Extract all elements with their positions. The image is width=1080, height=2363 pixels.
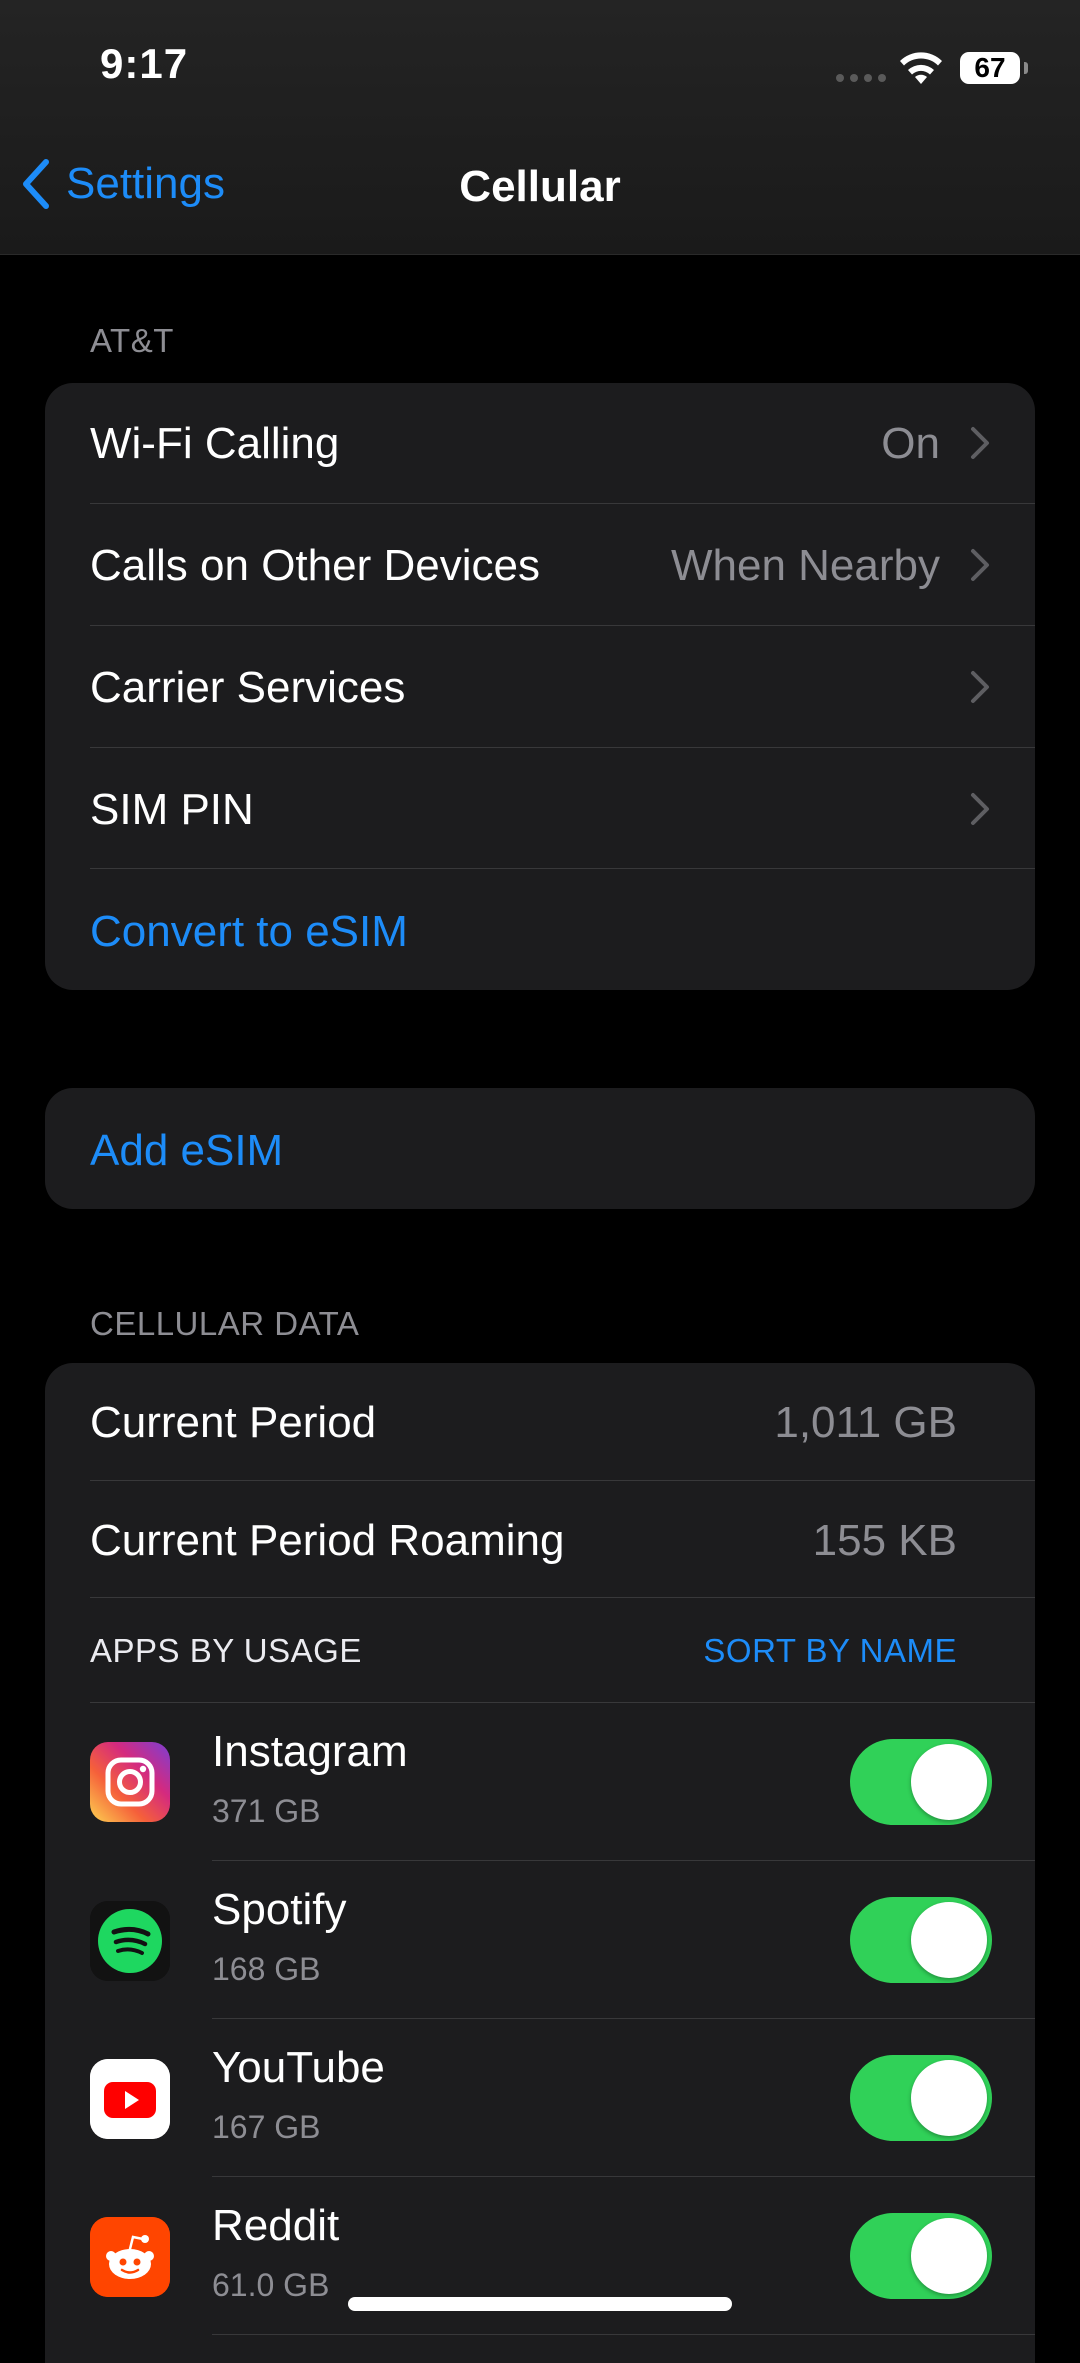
reddit-cellular-toggle[interactable] (850, 2213, 992, 2299)
reddit-icon (90, 2217, 170, 2297)
toggle-knob (911, 2218, 987, 2294)
apps-by-usage-label: APPS BY USAGE (90, 1632, 362, 1669)
app-data-usage: 371 GB (212, 1793, 321, 1829)
chevron-right-icon (971, 793, 989, 825)
current-period-roaming-label: Current Period Roaming (90, 1516, 565, 1565)
app-data-usage: 168 GB (212, 1951, 321, 1987)
app-name: Reddit (212, 2201, 340, 2250)
home-indicator[interactable] (348, 2297, 732, 2311)
chevron-right-icon (971, 549, 989, 581)
current-period-value: 1,011 GB (774, 1398, 957, 1447)
youtube-icon (90, 2059, 170, 2139)
back-button-label: Settings (66, 159, 225, 208)
status-time: 9:17 (100, 40, 189, 87)
sort-by-name-button[interactable]: SORT BY NAME (703, 1632, 957, 1670)
convert-to-esim-row[interactable]: Convert to eSIM (45, 869, 1035, 990)
current-period-roaming-value: 155 KB (812, 1516, 957, 1565)
calls-on-other-devices-row[interactable]: Calls on Other Devices When Nearby (45, 504, 1035, 626)
carrier-group: Wi-Fi Calling On Calls on Other Devices … (45, 383, 1035, 990)
app-row-spotify: Spotify 168 GB (45, 1861, 1035, 2019)
section-header-carrier: AT&T (90, 322, 174, 359)
convert-to-esim-button[interactable]: Convert to eSIM (90, 907, 408, 957)
apps-by-usage-header-row: APPS BY USAGE SORT BY NAME (45, 1598, 1035, 1703)
app-row-reddit: Reddit 61.0 GB (45, 2177, 1035, 2335)
sim-pin-row[interactable]: SIM PIN (45, 748, 1035, 869)
app-row-instagram: Instagram 371 GB (45, 1703, 1035, 1861)
carrier-services-row[interactable]: Carrier Services (45, 626, 1035, 748)
app-name: YouTube (212, 2043, 385, 2092)
add-esim-button[interactable]: Add eSIM (90, 1126, 283, 1176)
wifi-calling-label: Wi-Fi Calling (90, 419, 340, 468)
calls-on-other-devices-value: When Nearby (670, 541, 940, 590)
toggle-knob (911, 2060, 987, 2136)
spotify-cellular-toggle[interactable] (850, 1897, 992, 1983)
add-esim-group: Add eSIM (45, 1088, 1035, 1209)
toggle-knob (911, 1902, 987, 1978)
spotify-icon (90, 1901, 170, 1981)
youtube-cellular-toggle[interactable] (850, 2055, 992, 2141)
current-period-label: Current Period (90, 1398, 377, 1447)
carrier-services-label: Carrier Services (90, 663, 406, 712)
app-name: Spotify (212, 1885, 347, 1934)
sim-pin-label: SIM PIN (90, 785, 254, 834)
row-divider (212, 2334, 1035, 2335)
wifi-calling-value: On (881, 419, 940, 468)
calls-on-other-devices-label: Calls on Other Devices (90, 541, 540, 590)
current-period-roaming-row: Current Period Roaming 155 KB (45, 1481, 1035, 1598)
instagram-cellular-toggle[interactable] (850, 1739, 992, 1825)
chevron-left-icon (23, 159, 49, 209)
cellular-data-group: Current Period 1,011 GB Current Period R… (45, 1363, 1035, 2363)
instagram-icon (90, 1742, 170, 1822)
current-period-row: Current Period 1,011 GB (45, 1363, 1035, 1481)
battery-tip (1024, 62, 1028, 74)
section-header-cellular-data: CELLULAR DATA (90, 1305, 360, 1342)
app-name: Instagram (212, 1727, 408, 1776)
app-data-usage: 167 GB (212, 2109, 321, 2145)
add-esim-row[interactable]: Add eSIM (45, 1088, 1035, 1209)
wifi-icon (896, 48, 946, 91)
app-row-youtube: YouTube 167 GB (45, 2019, 1035, 2177)
battery-icon: 67 (960, 52, 1020, 84)
toggle-knob (911, 1744, 987, 1820)
chevron-right-icon (971, 671, 989, 703)
app-data-usage: 61.0 GB (212, 2267, 330, 2303)
wifi-calling-row[interactable]: Wi-Fi Calling On (45, 383, 1035, 504)
chevron-right-icon (971, 427, 989, 459)
cellular-signal-icon (836, 74, 886, 82)
navigation-bar: 9:17 67 Settings Cellular (0, 0, 1080, 255)
back-button[interactable]: Settings (20, 158, 225, 210)
